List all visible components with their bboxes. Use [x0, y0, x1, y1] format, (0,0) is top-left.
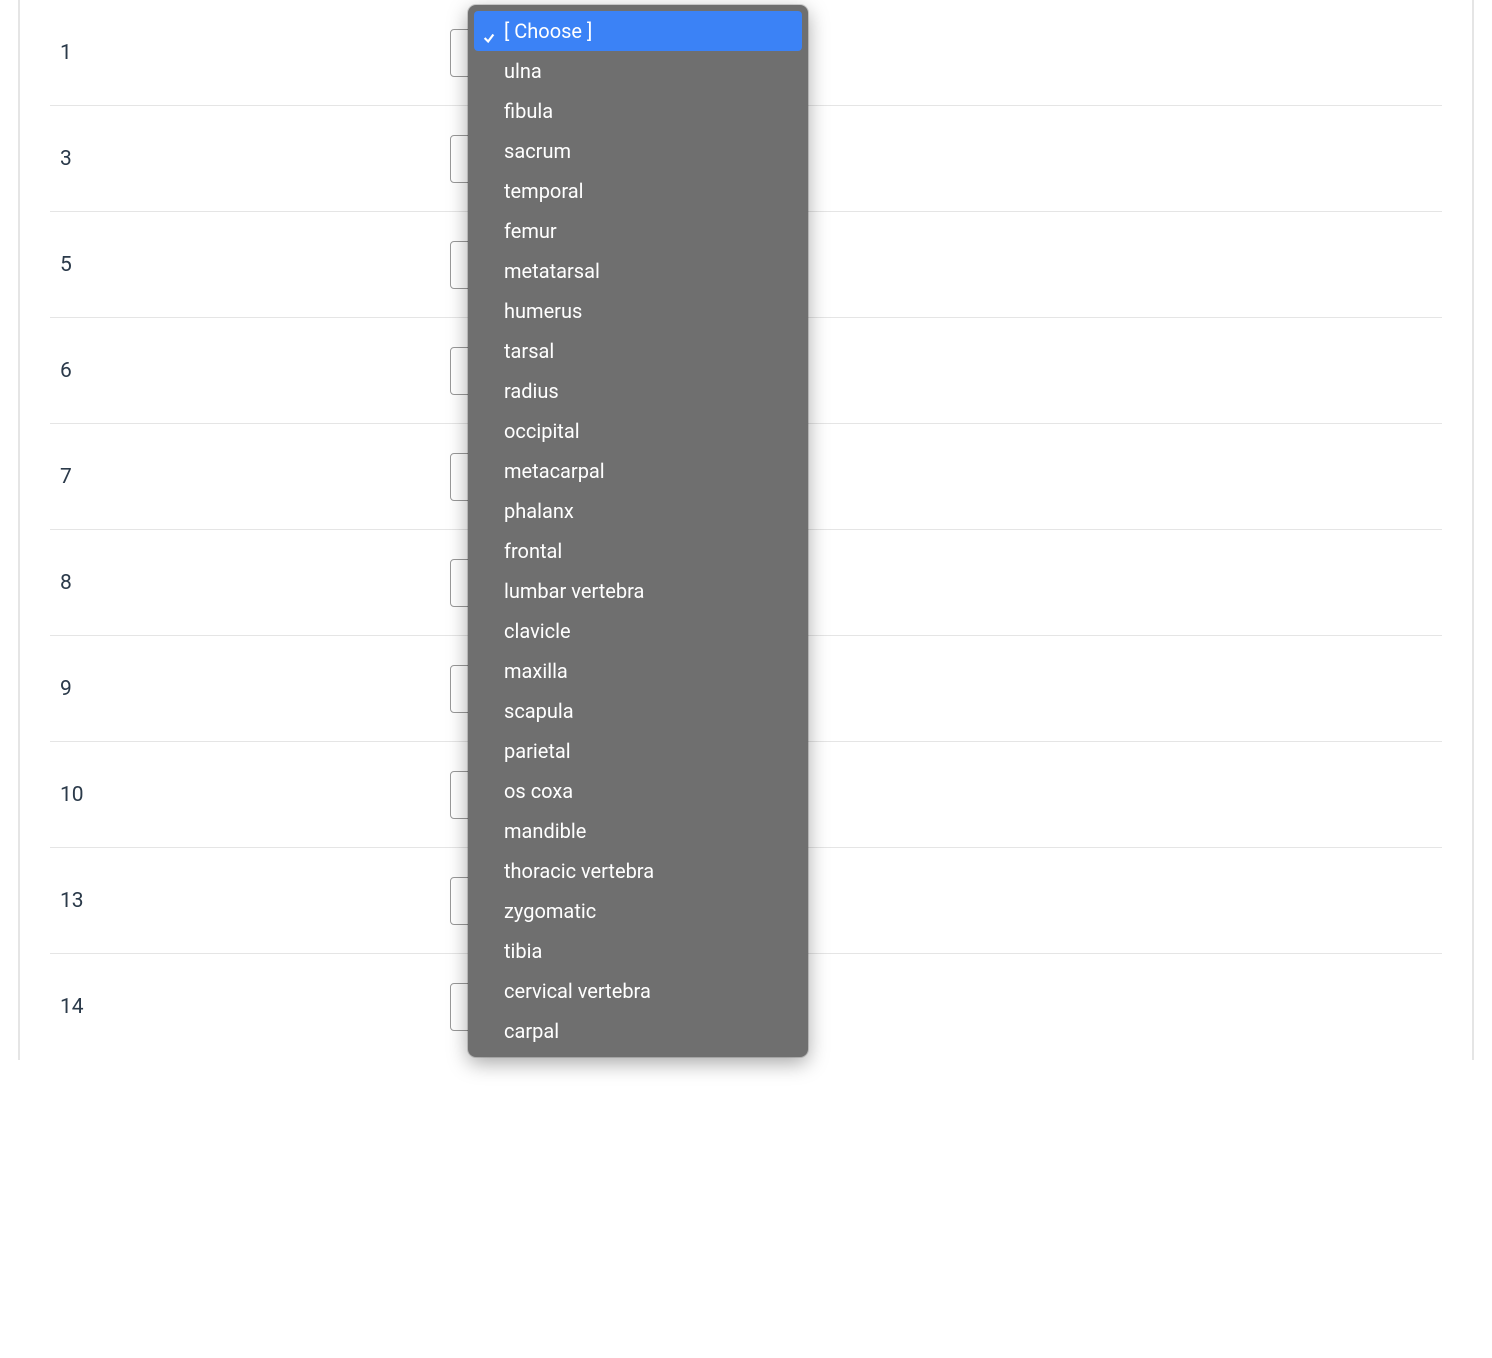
dropdown-option-label: radius: [504, 379, 559, 403]
dropdown-option[interactable]: clavicle: [474, 611, 802, 651]
dropdown-option-label: ulna: [504, 59, 542, 83]
dropdown-option[interactable]: temporal: [474, 171, 802, 211]
dropdown-option-label: clavicle: [504, 619, 571, 643]
dropdown-option-label: phalanx: [504, 499, 574, 523]
dropdown-option[interactable]: mandible: [474, 811, 802, 851]
dropdown-option[interactable]: metatarsal: [474, 251, 802, 291]
dropdown-option[interactable]: zygomatic: [474, 891, 802, 931]
dropdown-option[interactable]: femur: [474, 211, 802, 251]
question-number-label: 9: [50, 677, 450, 701]
dropdown-option-label: thoracic vertebra: [504, 859, 654, 883]
question-number-label: 3: [50, 147, 450, 171]
dropdown-option-label: fibula: [504, 99, 553, 123]
check-icon: [482, 24, 496, 38]
question-number-label: 13: [50, 889, 450, 913]
dropdown-option[interactable]: maxilla: [474, 651, 802, 691]
dropdown-option[interactable]: humerus: [474, 291, 802, 331]
dropdown-option[interactable]: [ Choose ]: [474, 11, 802, 51]
question-number-label: 1: [50, 41, 450, 65]
dropdown-option[interactable]: frontal: [474, 531, 802, 571]
dropdown-option[interactable]: scapula: [474, 691, 802, 731]
dropdown-option-label: scapula: [504, 699, 574, 723]
question-number-label: 6: [50, 359, 450, 383]
dropdown-option[interactable]: carpal: [474, 1011, 802, 1051]
dropdown-option-label: [ Choose ]: [504, 19, 592, 43]
dropdown-option-label: temporal: [504, 179, 583, 203]
question-number-label: 5: [50, 253, 450, 277]
dropdown-option[interactable]: fibula: [474, 91, 802, 131]
dropdown-option-label: zygomatic: [504, 899, 596, 923]
dropdown-option-label: metatarsal: [504, 259, 600, 283]
dropdown-option[interactable]: phalanx: [474, 491, 802, 531]
dropdown-option-label: tarsal: [504, 339, 554, 363]
dropdown-option[interactable]: lumbar vertebra: [474, 571, 802, 611]
dropdown-option-label: frontal: [504, 539, 562, 563]
question-number-label: 8: [50, 571, 450, 595]
dropdown-option[interactable]: sacrum: [474, 131, 802, 171]
dropdown-option-label: lumbar vertebra: [504, 579, 644, 603]
question-number-label: 10: [50, 783, 450, 807]
dropdown-option-label: metacarpal: [504, 459, 605, 483]
dropdown-option-label: occipital: [504, 419, 580, 443]
dropdown-option-label: femur: [504, 219, 557, 243]
dropdown-option-label: mandible: [504, 819, 586, 843]
dropdown-option[interactable]: ulna: [474, 51, 802, 91]
dropdown-option-label: sacrum: [504, 139, 571, 163]
dropdown-option[interactable]: occipital: [474, 411, 802, 451]
dropdown-option-label: humerus: [504, 299, 582, 323]
dropdown-option-label: carpal: [504, 1019, 559, 1043]
dropdown-option[interactable]: metacarpal: [474, 451, 802, 491]
dropdown-menu-open[interactable]: [ Choose ] ulna fibula sacrum temporal femur m…: [468, 5, 808, 1057]
dropdown-option-label: tibia: [504, 939, 542, 963]
dropdown-option-label: cervical vertebra: [504, 979, 651, 1003]
dropdown-option[interactable]: os coxa: [474, 771, 802, 811]
dropdown-option[interactable]: cervical vertebra: [474, 971, 802, 1011]
matching-question-panel: 1[ Choose ]3[ Choose ]5[ Choose ]6[ Choo…: [18, 0, 1474, 1060]
question-number-label: 14: [50, 995, 450, 1019]
dropdown-option-label: parietal: [504, 739, 571, 763]
dropdown-option[interactable]: parietal: [474, 731, 802, 771]
dropdown-option-label: os coxa: [504, 779, 573, 803]
dropdown-option[interactable]: thoracic vertebra: [474, 851, 802, 891]
dropdown-option-label: maxilla: [504, 659, 568, 683]
dropdown-option[interactable]: tibia: [474, 931, 802, 971]
question-number-label: 7: [50, 465, 450, 489]
dropdown-option[interactable]: tarsal: [474, 331, 802, 371]
dropdown-option[interactable]: radius: [474, 371, 802, 411]
